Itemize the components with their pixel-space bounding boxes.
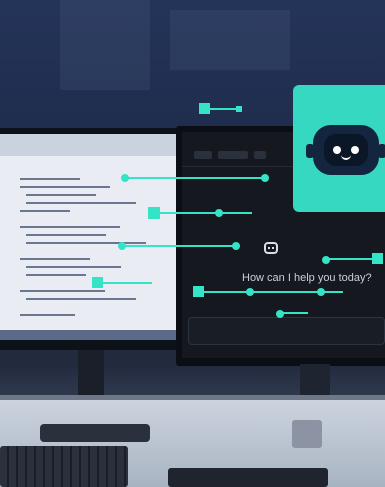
chat-header-item [194, 151, 212, 159]
connector-dot [118, 242, 126, 250]
robot-smile [341, 153, 351, 160]
code-line [26, 242, 146, 244]
code-line [20, 178, 80, 180]
connector-dot [317, 288, 325, 296]
connector-line [121, 245, 237, 247]
background-window [170, 10, 290, 70]
chat-header-item [218, 151, 248, 159]
photo-scene: How can I help you today? [0, 0, 385, 487]
connector-line [124, 177, 266, 179]
code-editor-status-bar [0, 330, 176, 340]
chatbot-icon [264, 242, 278, 254]
code-editor-screen [0, 134, 176, 340]
chat-header-item [254, 151, 266, 159]
connector-dot [215, 209, 223, 217]
connector-node [372, 253, 383, 264]
code-line [26, 234, 106, 236]
code-line [26, 298, 136, 300]
connector-line [158, 212, 252, 214]
connector-dot [261, 174, 269, 182]
desk-object [292, 420, 322, 448]
background-window [60, 0, 150, 90]
robot-ear [306, 144, 314, 158]
left-monitor-base [40, 424, 150, 442]
code-line [20, 186, 110, 188]
robot-ear [378, 144, 385, 158]
connector-line [326, 258, 376, 260]
robot-eye [333, 146, 341, 154]
robot-face [324, 134, 368, 166]
robot-eye [351, 146, 359, 154]
code-line [26, 194, 96, 196]
code-line [20, 210, 70, 212]
chat-prompt: How can I help you today? [242, 272, 372, 284]
code-line [20, 258, 90, 260]
connector-dot [232, 242, 240, 250]
connector-line [102, 282, 152, 284]
robot-icon [306, 125, 385, 175]
connector-line [209, 108, 239, 110]
code-editor-toolbar [0, 134, 176, 156]
left-monitor [0, 128, 184, 350]
chatbot-card [293, 85, 385, 212]
keyboard [168, 468, 328, 487]
code-line [26, 274, 86, 276]
connector-dot [246, 288, 254, 296]
chat-input [188, 317, 385, 345]
connector-node [236, 106, 242, 112]
code-line [20, 226, 120, 228]
code-line [26, 202, 136, 204]
connector-dot [121, 174, 129, 182]
code-line [26, 266, 121, 268]
keyboard [0, 446, 128, 487]
connector-line [280, 312, 308, 314]
code-line [20, 314, 75, 316]
code-line [20, 290, 105, 292]
